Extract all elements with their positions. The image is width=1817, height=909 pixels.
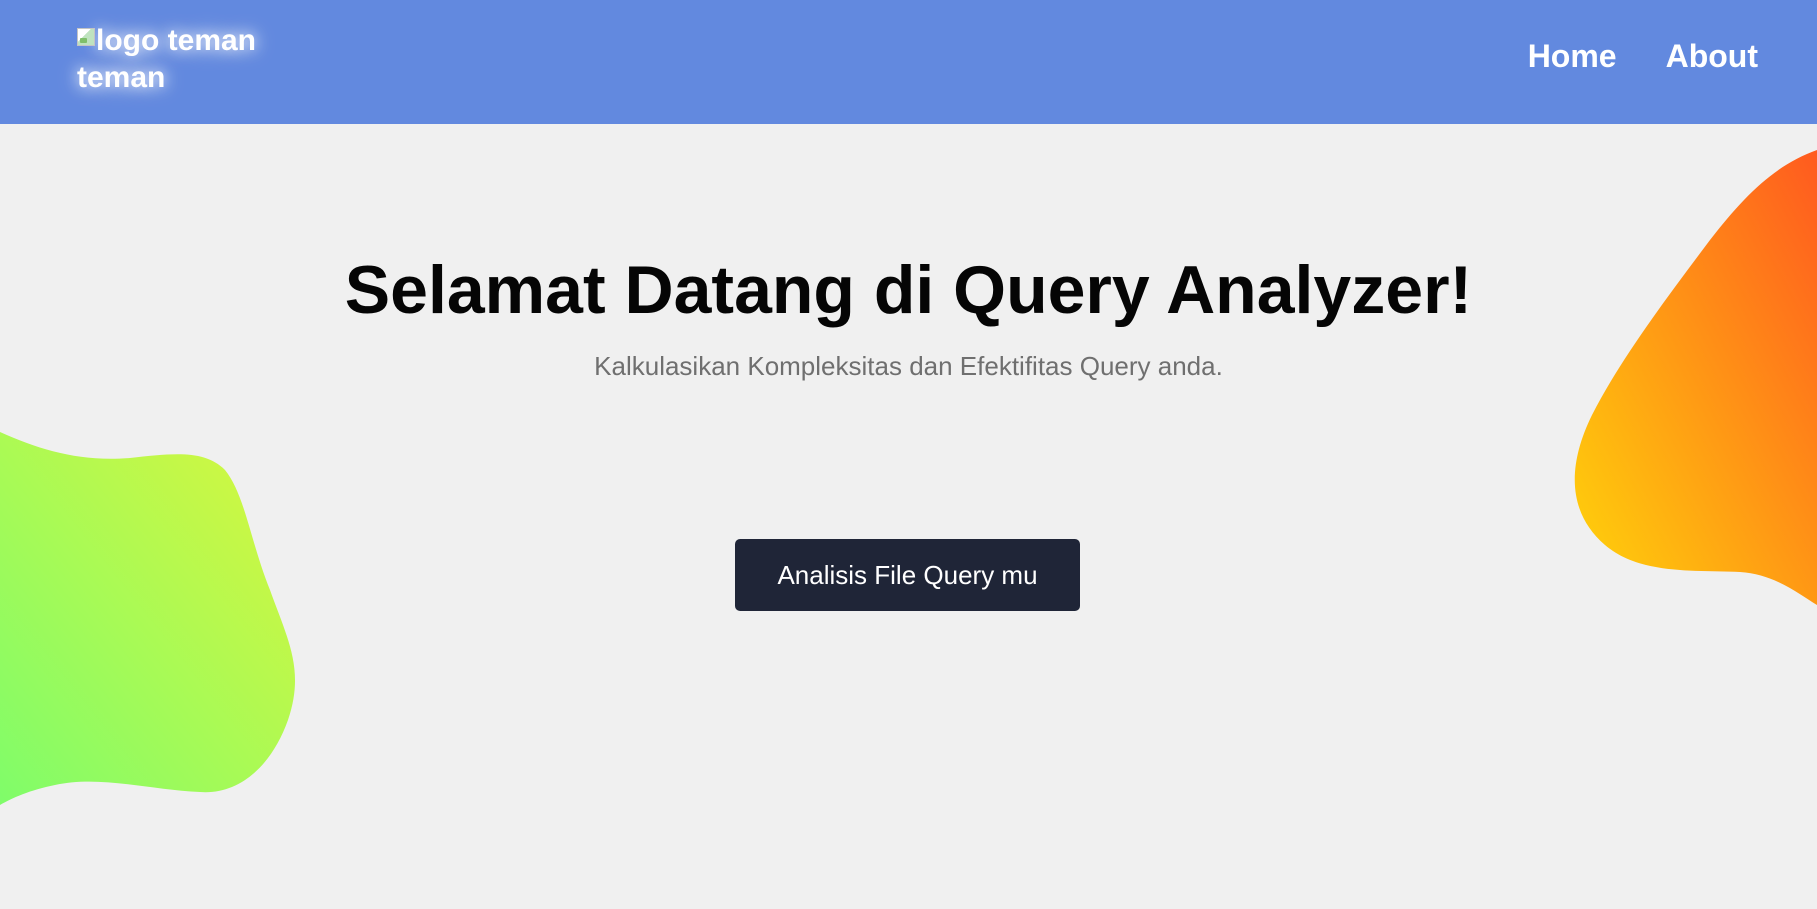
broken-image-icon — [77, 28, 95, 46]
nav-links: Home About — [1528, 38, 1758, 75]
nav-about-link[interactable]: About — [1666, 38, 1758, 75]
hero-section: Selamat Datang di Query Analyzer! Kalkul… — [0, 124, 1817, 611]
page-title: Selamat Datang di Query Analyzer! — [344, 252, 1473, 328]
top-navbar: logo teman teman Home About — [0, 0, 1817, 124]
analyze-query-file-button[interactable]: Analisis File Query mu — [735, 539, 1080, 611]
nav-home-link[interactable]: Home — [1528, 38, 1617, 75]
logo-alt-text: logo teman teman — [77, 24, 257, 94]
page-subtitle: Kalkulasikan Kompleksitas dan Efektifita… — [594, 351, 1223, 381]
left-decorative-blob — [0, 432, 296, 805]
logo-broken-image[interactable]: logo teman teman — [77, 22, 292, 96]
